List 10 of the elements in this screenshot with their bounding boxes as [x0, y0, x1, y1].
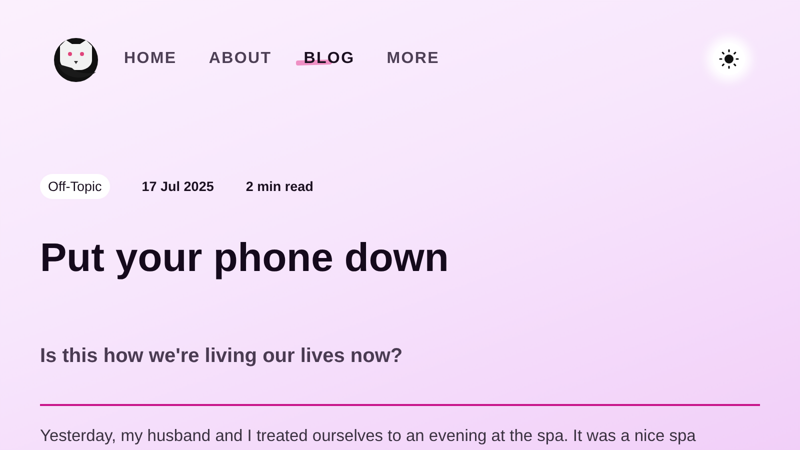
read-time: 2 min read — [246, 179, 314, 194]
post-subtitle: Is this how we're living our lives now? — [40, 344, 404, 369]
nav-link[interactable]: ABOUT — [208, 46, 272, 72]
category-tag[interactable]: Off-Topic — [40, 174, 110, 199]
post-title: Put your phone down — [40, 235, 450, 282]
post-paragraph: Yesterday, my husband and I treated ourselves to an evening at the spa. It was a nice spa — [40, 426, 697, 446]
post-date: 17 Jul 2025 — [142, 179, 214, 194]
nav-link[interactable]: HOME — [124, 46, 177, 72]
nav-link[interactable]: MORE — [386, 46, 440, 72]
nav-link[interactable]: BLOG — [296, 46, 355, 72]
